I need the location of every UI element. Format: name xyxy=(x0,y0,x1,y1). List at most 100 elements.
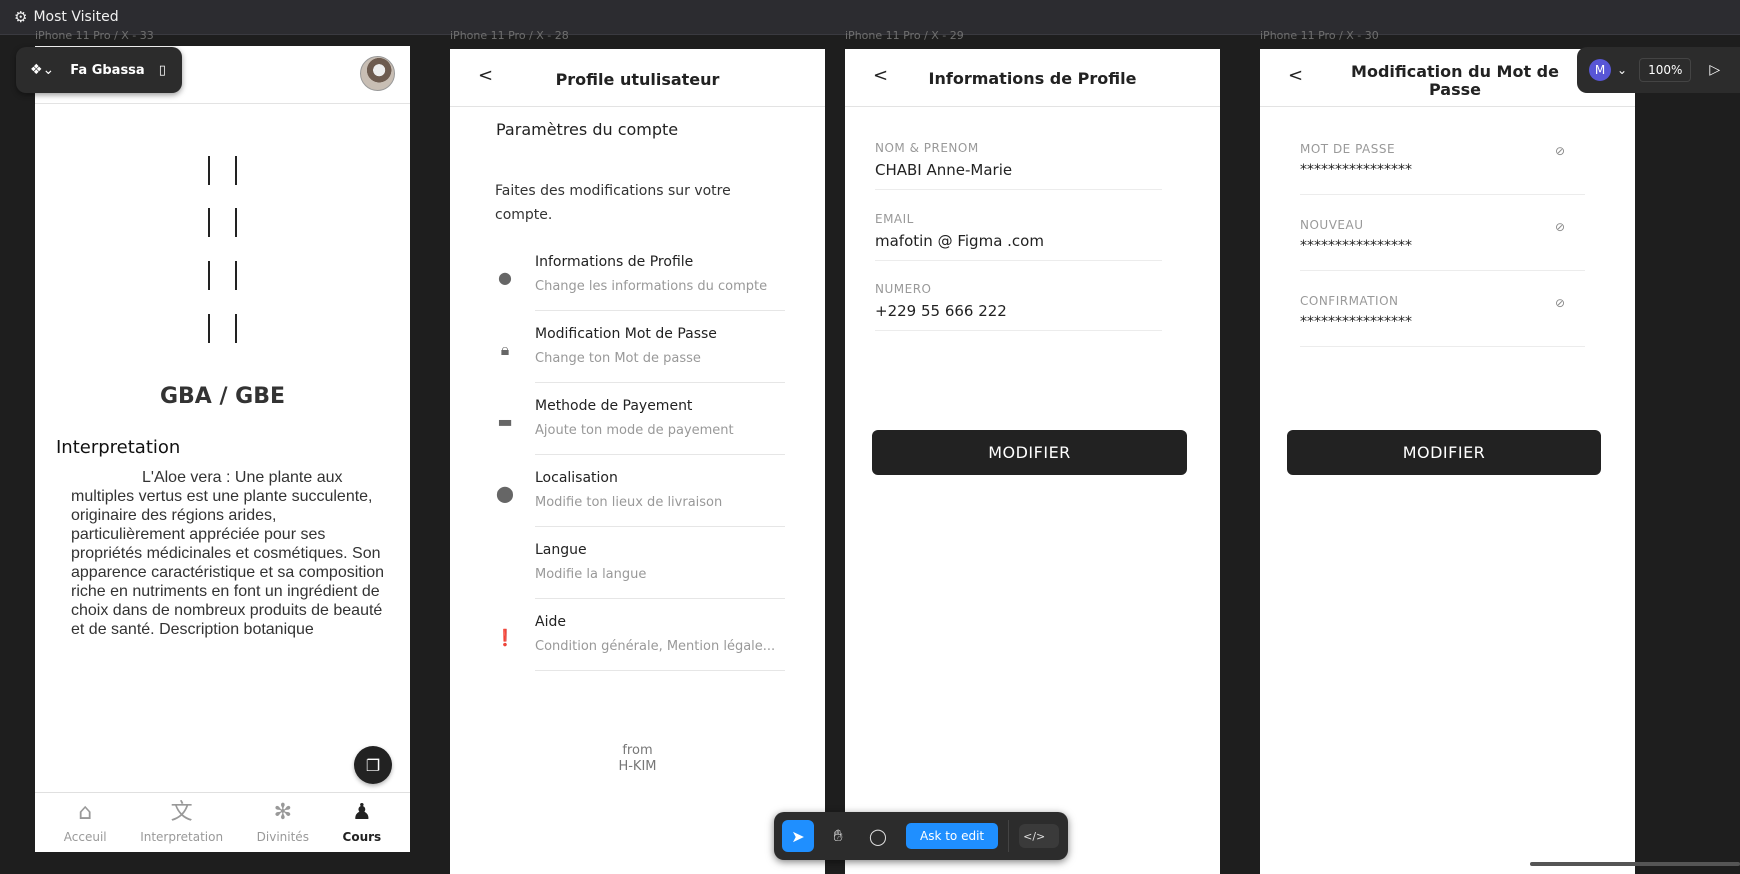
horizontal-scrollbar[interactable] xyxy=(1530,862,1740,866)
mark xyxy=(235,208,237,237)
menu-item-location[interactable]: ⬤ Localisation Modifie ton lieux de livr… xyxy=(495,470,785,542)
tab-acceuil[interactable]: ⌂ Acceuil xyxy=(64,793,107,852)
name-field[interactable]: NOM & PRENOM CHABI Anne-Marie xyxy=(875,141,1162,190)
mark xyxy=(208,156,210,185)
cursor-icon[interactable]: ➤ xyxy=(782,820,814,852)
tab-cours[interactable]: ♟ Cours xyxy=(343,793,382,852)
new-password-field[interactable]: NOUVEAU **************** ⊘ xyxy=(1300,218,1585,271)
nav-bar: < Informations de Profile xyxy=(845,49,1220,107)
nav-bar: < Profile utulisateur xyxy=(450,49,825,107)
field-value[interactable]: +229 55 666 222 xyxy=(875,302,1162,331)
tab-divinites[interactable]: ✻ Divinités xyxy=(257,793,309,852)
phone-field[interactable]: NUMERO +229 55 666 222 xyxy=(875,282,1162,331)
page-title: Profile utulisateur xyxy=(555,70,720,89)
screen-password-change: < Modification du Mot de Passe MOT DE PA… xyxy=(1260,49,1635,874)
ask-to-edit-button[interactable]: Ask to edit xyxy=(906,823,999,849)
menu-item-subtitle: Condition générale, Mention légale... xyxy=(535,639,776,654)
mark xyxy=(235,314,237,343)
frame-label[interactable]: iPhone 11 Pro / X - 30 xyxy=(1260,29,1379,42)
divider xyxy=(535,598,785,599)
menu-item-title: Localisation xyxy=(535,470,618,486)
field-label: CONFIRMATION xyxy=(1300,294,1399,308)
divider xyxy=(1008,820,1010,852)
divider xyxy=(535,526,785,527)
sidebar-toggle-icon[interactable]: ▯ xyxy=(159,63,166,78)
mark xyxy=(235,156,237,185)
figma-plugin-menu[interactable]: ❖⌄ Fa Gbassa ▯ xyxy=(16,47,182,93)
field-value[interactable]: **************** xyxy=(1300,314,1585,347)
field-value[interactable]: **************** xyxy=(1300,162,1585,195)
chevron-down-icon[interactable]: ⌄ xyxy=(1617,63,1627,77)
field-label: MOT DE PASSE xyxy=(1300,142,1396,156)
field-label: NOM & PRENOM xyxy=(875,141,979,155)
email-field[interactable]: EMAIL mafotin @ Figma .com xyxy=(875,212,1162,261)
hiking-icon: ♟ xyxy=(351,800,372,825)
figma-logo-icon: ❖⌄ xyxy=(30,62,55,78)
menu-item-profile-info[interactable]: ● Informations de Profile Change les inf… xyxy=(495,254,785,326)
divider xyxy=(535,310,785,311)
hand-icon[interactable]: ✋︎ xyxy=(822,820,854,852)
page-title: GBA / GBE xyxy=(159,384,286,409)
comment-icon[interactable]: ◯ xyxy=(862,820,894,852)
screen-interpretation: GBA / GBE Interpretation L'Aloe vera : U… xyxy=(35,46,410,852)
chat-icon: ❐ xyxy=(365,755,381,775)
translate-icon: 文 xyxy=(170,800,193,825)
tab-interpretation[interactable]: 文 Interpretation xyxy=(140,793,223,852)
frame-label[interactable]: iPhone 11 Pro / X - 29 xyxy=(845,29,964,42)
bottom-tab-bar: ⌂ Acceuil 文 Interpretation ✻ Divinités ♟… xyxy=(35,792,410,852)
menu-item-subtitle: Ajoute ton mode de payement xyxy=(535,423,734,438)
tab-label: Cours xyxy=(342,830,382,844)
menu-item-help[interactable]: ❗ Aide Condition générale, Mention légal… xyxy=(495,614,785,686)
gear-icon[interactable]: ⚙ xyxy=(14,8,27,26)
interpretation-text: L'Aloe vera : Une plante aux multiples v… xyxy=(71,469,385,638)
footer-author: H-KIM xyxy=(618,759,657,774)
location-icon: ⬤ xyxy=(496,484,514,503)
eye-off-icon[interactable]: ⊘ xyxy=(1555,144,1565,158)
divider xyxy=(535,382,785,383)
field-label: NOUVEAU xyxy=(1300,218,1364,232)
menu-item-language[interactable]: Langue Modifie la langue xyxy=(495,542,785,614)
mark xyxy=(208,261,210,290)
mark xyxy=(208,314,210,343)
confirm-password-field[interactable]: CONFIRMATION **************** ⊘ xyxy=(1300,294,1585,347)
file-name: Fa Gbassa xyxy=(70,62,145,78)
mark xyxy=(235,261,237,290)
back-button[interactable]: < xyxy=(1288,65,1303,86)
footer-from: from xyxy=(622,743,653,758)
menu-item-payment[interactable]: ▬ Methode de Payement Ajoute ton mode de… xyxy=(495,398,785,470)
modify-button[interactable]: MODIFIER xyxy=(872,430,1187,475)
menu-item-title: Methode de Payement xyxy=(535,398,693,414)
frame-label[interactable]: iPhone 11 Pro / X - 33 xyxy=(35,29,154,42)
menu-item-password[interactable]: 🔒︎ Modification Mot de Passe Change ton … xyxy=(495,326,785,398)
modify-button[interactable]: MODIFIER xyxy=(1287,430,1601,475)
lock-icon: 🔒︎ xyxy=(500,340,510,359)
code-icon: </> xyxy=(1023,829,1046,843)
tab-label: Interpretation xyxy=(140,830,224,844)
tab-label: Acceuil xyxy=(63,830,107,844)
avatar[interactable] xyxy=(360,56,395,91)
snowflake-icon: ✻ xyxy=(273,800,293,825)
chat-button[interactable]: ❐ xyxy=(354,746,392,784)
user-avatar[interactable]: M xyxy=(1589,59,1611,81)
field-label: NUMERO xyxy=(875,282,932,296)
screen-profile-info: < Informations de Profile NOM & PRENOM C… xyxy=(845,49,1220,874)
footer-credit: from H-KIM xyxy=(450,743,825,775)
play-icon[interactable]: ▷ xyxy=(1709,62,1720,78)
home-icon: ⌂ xyxy=(78,800,93,825)
current-password-field[interactable]: MOT DE PASSE **************** ⊘ xyxy=(1300,142,1585,195)
eye-off-icon[interactable]: ⊘ xyxy=(1555,296,1565,310)
divider xyxy=(535,454,785,455)
field-value[interactable]: **************** xyxy=(1300,238,1585,271)
card-icon: ▬ xyxy=(497,412,513,431)
menu-item-subtitle: Modifie la langue xyxy=(535,567,647,582)
menu-item-subtitle: Modifie ton lieux de livraison xyxy=(535,495,723,510)
field-value[interactable]: CHABI Anne-Marie xyxy=(875,161,1162,190)
zoom-level[interactable]: 100% xyxy=(1639,58,1692,82)
dev-mode-toggle[interactable]: </> xyxy=(1019,824,1060,848)
field-value[interactable]: mafotin @ Figma .com xyxy=(875,232,1162,261)
bookmark-most-visited[interactable]: Most Visited xyxy=(33,9,118,25)
section-heading: Paramètres du compte xyxy=(496,120,679,139)
frame-label[interactable]: iPhone 11 Pro / X - 28 xyxy=(450,29,569,42)
divider xyxy=(535,670,785,671)
eye-off-icon[interactable]: ⊘ xyxy=(1555,220,1565,234)
